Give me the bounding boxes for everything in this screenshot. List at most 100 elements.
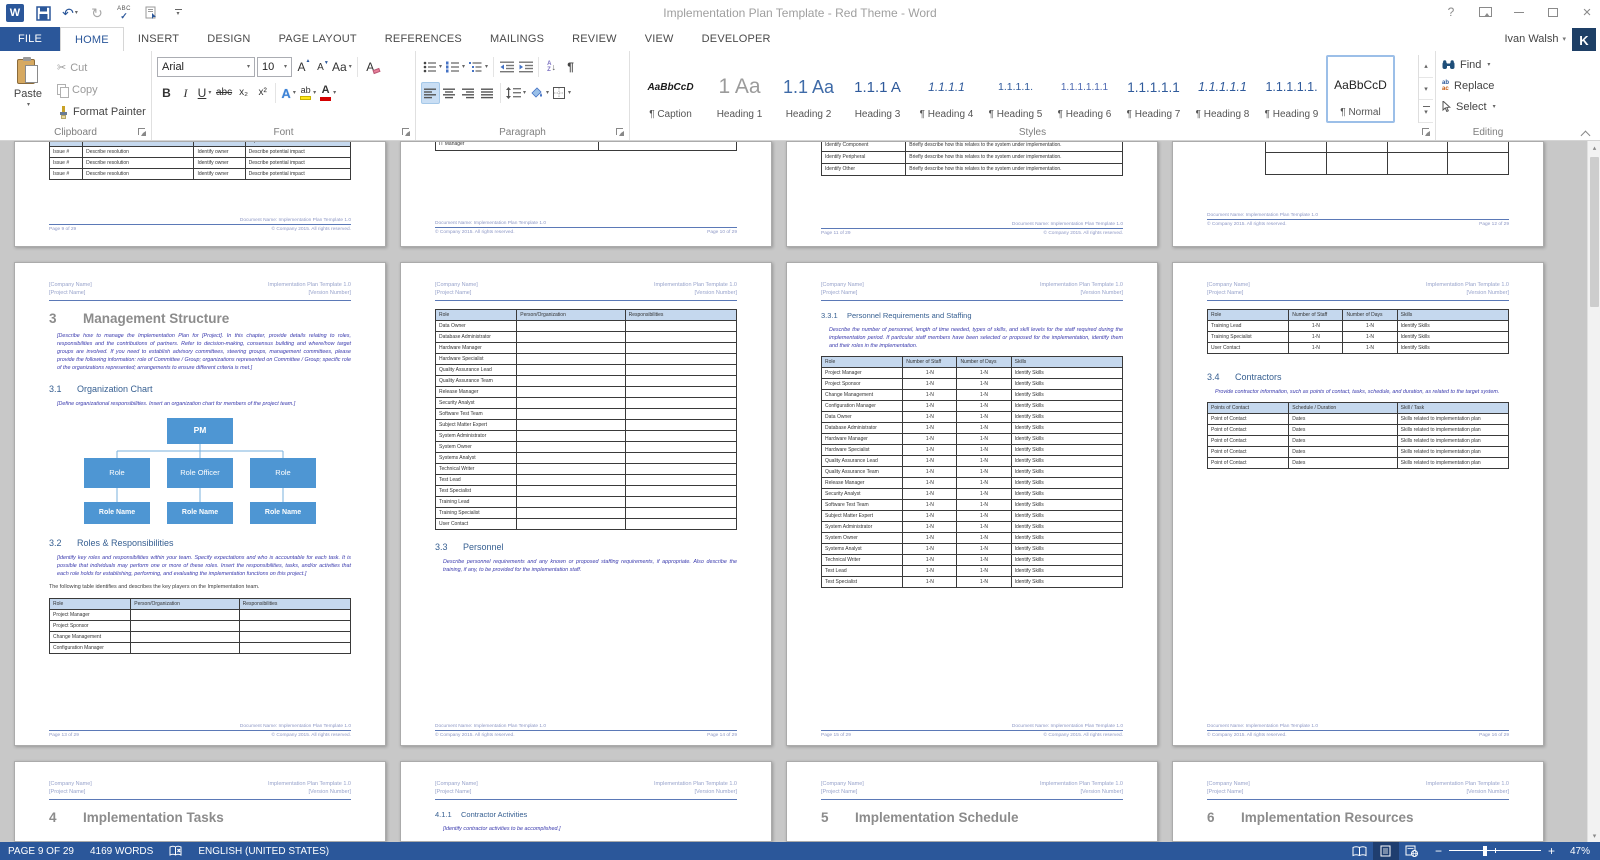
align-right-button[interactable] — [459, 82, 478, 104]
style-heading-4[interactable]: 1.1.1.1¶ Heading 4 — [912, 55, 981, 123]
italic-button[interactable]: I — [176, 82, 195, 104]
format-painter-button[interactable]: Format Painter — [54, 102, 149, 122]
zoom-slider[interactable] — [1449, 845, 1541, 857]
multilevel-list-button[interactable]: ▾ — [467, 56, 490, 78]
replace-button[interactable]: abac Replace — [1438, 75, 1538, 96]
tab-design[interactable]: DESIGN — [193, 27, 264, 51]
collapse-ribbon-button[interactable] — [1580, 128, 1590, 136]
tab-home[interactable]: HOME — [60, 27, 124, 51]
tab-review[interactable]: REVIEW — [558, 27, 631, 51]
word-count[interactable]: 4169 WORDS — [82, 842, 161, 860]
paragraph-dialog-launcher[interactable] — [616, 128, 625, 137]
doc-page-15[interactable]: [Company Name][Project Name] Implementat… — [786, 262, 1158, 746]
zoom-in-button[interactable]: + — [1548, 845, 1555, 857]
restore-button[interactable] — [1546, 8, 1560, 17]
save-button[interactable] — [35, 3, 51, 23]
account-menu[interactable]: Ivan Walsh▾ — [1504, 27, 1566, 51]
style-normal[interactable]: AaBbCcD¶ Normal — [1326, 55, 1395, 123]
doc-page-11[interactable]: Identify ComponentBriefly describe how t… — [786, 141, 1158, 247]
clipboard-dialog-launcher[interactable] — [138, 128, 147, 137]
doc-page-12[interactable]: Document Name: Implementation Plan Templ… — [1172, 141, 1544, 247]
zoom-slider-thumb[interactable] — [1483, 846, 1487, 856]
line-spacing-button[interactable]: ▾ — [504, 82, 528, 104]
gallery-more-button[interactable]: ▾ — [1419, 100, 1433, 123]
decrease-indent-button[interactable] — [497, 56, 516, 78]
minimize-button[interactable] — [1512, 12, 1526, 13]
doc-page-14[interactable]: [Company Name][Project Name] Implementat… — [400, 262, 772, 746]
show-hide-paragraph-button[interactable]: ¶ — [561, 56, 580, 78]
change-case-button[interactable]: Aa▾ — [330, 56, 354, 78]
styles-dialog-launcher[interactable] — [1422, 128, 1431, 137]
underline-button[interactable]: U▾ — [195, 82, 214, 104]
doc-page-13[interactable]: [Company Name][Project Name] Implementat… — [14, 262, 386, 746]
vertical-scrollbar[interactable]: ▴ ▾ — [1587, 141, 1600, 842]
tab-view[interactable]: VIEW — [631, 27, 688, 51]
doc-page-16[interactable]: [Company Name][Project Name] Implementat… — [1172, 262, 1544, 746]
grow-font-button[interactable]: A▲ — [292, 56, 311, 78]
read-mode-button[interactable] — [1347, 842, 1373, 860]
qat-customize-button[interactable]: ▾ — [170, 3, 186, 23]
print-layout-button[interactable] — [1373, 842, 1399, 860]
find-button[interactable]: Find▾ — [1438, 54, 1538, 75]
redo-button[interactable]: ↻ — [89, 3, 105, 23]
style-heading-2[interactable]: 1.1 AaHeading 2 — [774, 55, 843, 123]
proofing-status[interactable] — [161, 842, 190, 860]
zoom-out-button[interactable]: − — [1435, 845, 1442, 857]
align-center-button[interactable] — [440, 82, 459, 104]
help-button[interactable]: ? — [1444, 6, 1458, 18]
doc-page-17[interactable]: [Company Name][Project Name] Implementat… — [14, 761, 386, 842]
style-heading-5[interactable]: 1.1.1.1.¶ Heading 5 — [981, 55, 1050, 123]
subscript-button[interactable]: x₂ — [234, 82, 253, 104]
zoom-level[interactable]: 47% — [1562, 846, 1590, 857]
style-caption[interactable]: AaBbCcD¶ Caption — [636, 55, 705, 123]
tab-file[interactable]: FILE — [0, 27, 60, 51]
superscript-button[interactable]: x² — [253, 82, 272, 104]
style-heading-9[interactable]: 1.1.1.1.1.¶ Heading 9 — [1257, 55, 1326, 123]
bullets-button[interactable]: ▾ — [421, 56, 444, 78]
ribbon-display-options-button[interactable] — [1478, 7, 1492, 17]
paste-button[interactable]: Paste ▾ — [4, 56, 52, 124]
justify-button[interactable] — [478, 82, 497, 104]
account-avatar[interactable]: K — [1572, 28, 1596, 52]
increase-indent-button[interactable] — [516, 56, 535, 78]
doc-page-18[interactable]: [Company Name][Project Name] Implementat… — [400, 761, 772, 842]
font-color-button[interactable]: A▾ — [318, 82, 338, 104]
borders-button[interactable]: ▾ — [551, 82, 573, 104]
font-size-select[interactable]: 10▾ — [257, 57, 292, 77]
doc-page-9[interactable]: Issue #ResolutionOwnerImpactIssue #Descr… — [14, 141, 386, 247]
scroll-up-arrow[interactable]: ▴ — [1588, 141, 1600, 154]
scrollbar-thumb[interactable] — [1590, 157, 1599, 307]
scroll-down-arrow[interactable]: ▾ — [1588, 829, 1600, 842]
tab-page-layout[interactable]: PAGE LAYOUT — [265, 27, 371, 51]
close-button[interactable]: × — [1580, 5, 1594, 20]
select-button[interactable]: Select▾ — [1438, 96, 1538, 117]
tab-insert[interactable]: INSERT — [124, 27, 193, 51]
tab-mailings[interactable]: MAILINGS — [476, 27, 558, 51]
numbering-button[interactable]: ▾ — [444, 56, 467, 78]
style-heading-7[interactable]: 1.1.1.1.1¶ Heading 7 — [1119, 55, 1188, 123]
tab-developer[interactable]: DEVELOPER — [688, 27, 785, 51]
gallery-scroll-up-button[interactable]: ▴ — [1419, 55, 1433, 78]
gallery-scroll-down-button[interactable]: ▾ — [1419, 78, 1433, 101]
strikethrough-button[interactable]: abc — [214, 82, 234, 104]
clear-formatting-button[interactable]: A — [361, 56, 380, 78]
style-heading-8[interactable]: 1.1.1.1.1¶ Heading 8 — [1188, 55, 1257, 123]
font-family-select[interactable]: Arial▾ — [157, 57, 255, 77]
language-indicator[interactable]: ENGLISH (UNITED STATES) — [190, 842, 337, 860]
style-heading-3[interactable]: 1.1.1 AHeading 3 — [843, 55, 912, 123]
doc-page-10[interactable]: IT Manager Document Name: Implementation… — [400, 141, 772, 247]
cut-button[interactable]: ✂Cut — [54, 58, 149, 78]
style-heading-1[interactable]: 1 AaHeading 1 — [705, 55, 774, 123]
sort-button[interactable]: AZ↓ — [542, 56, 561, 78]
doc-page-19[interactable]: [Company Name][Project Name] Implementat… — [786, 761, 1158, 842]
align-left-button[interactable] — [421, 82, 440, 104]
touch-mouse-mode-button[interactable] — [143, 3, 159, 23]
page-indicator[interactable]: PAGE 9 OF 29 — [0, 842, 82, 860]
text-highlight-button[interactable]: ab▾ — [298, 82, 318, 104]
copy-button[interactable]: Copy — [54, 80, 149, 100]
undo-button[interactable]: ↶▾ — [62, 3, 78, 23]
shading-button[interactable]: ▾ — [528, 82, 551, 104]
shrink-font-button[interactable]: A▼ — [311, 56, 330, 78]
style-heading-6[interactable]: 1.1.1.1.1.1¶ Heading 6 — [1050, 55, 1119, 123]
word-logo-icon[interactable]: W — [6, 3, 24, 23]
